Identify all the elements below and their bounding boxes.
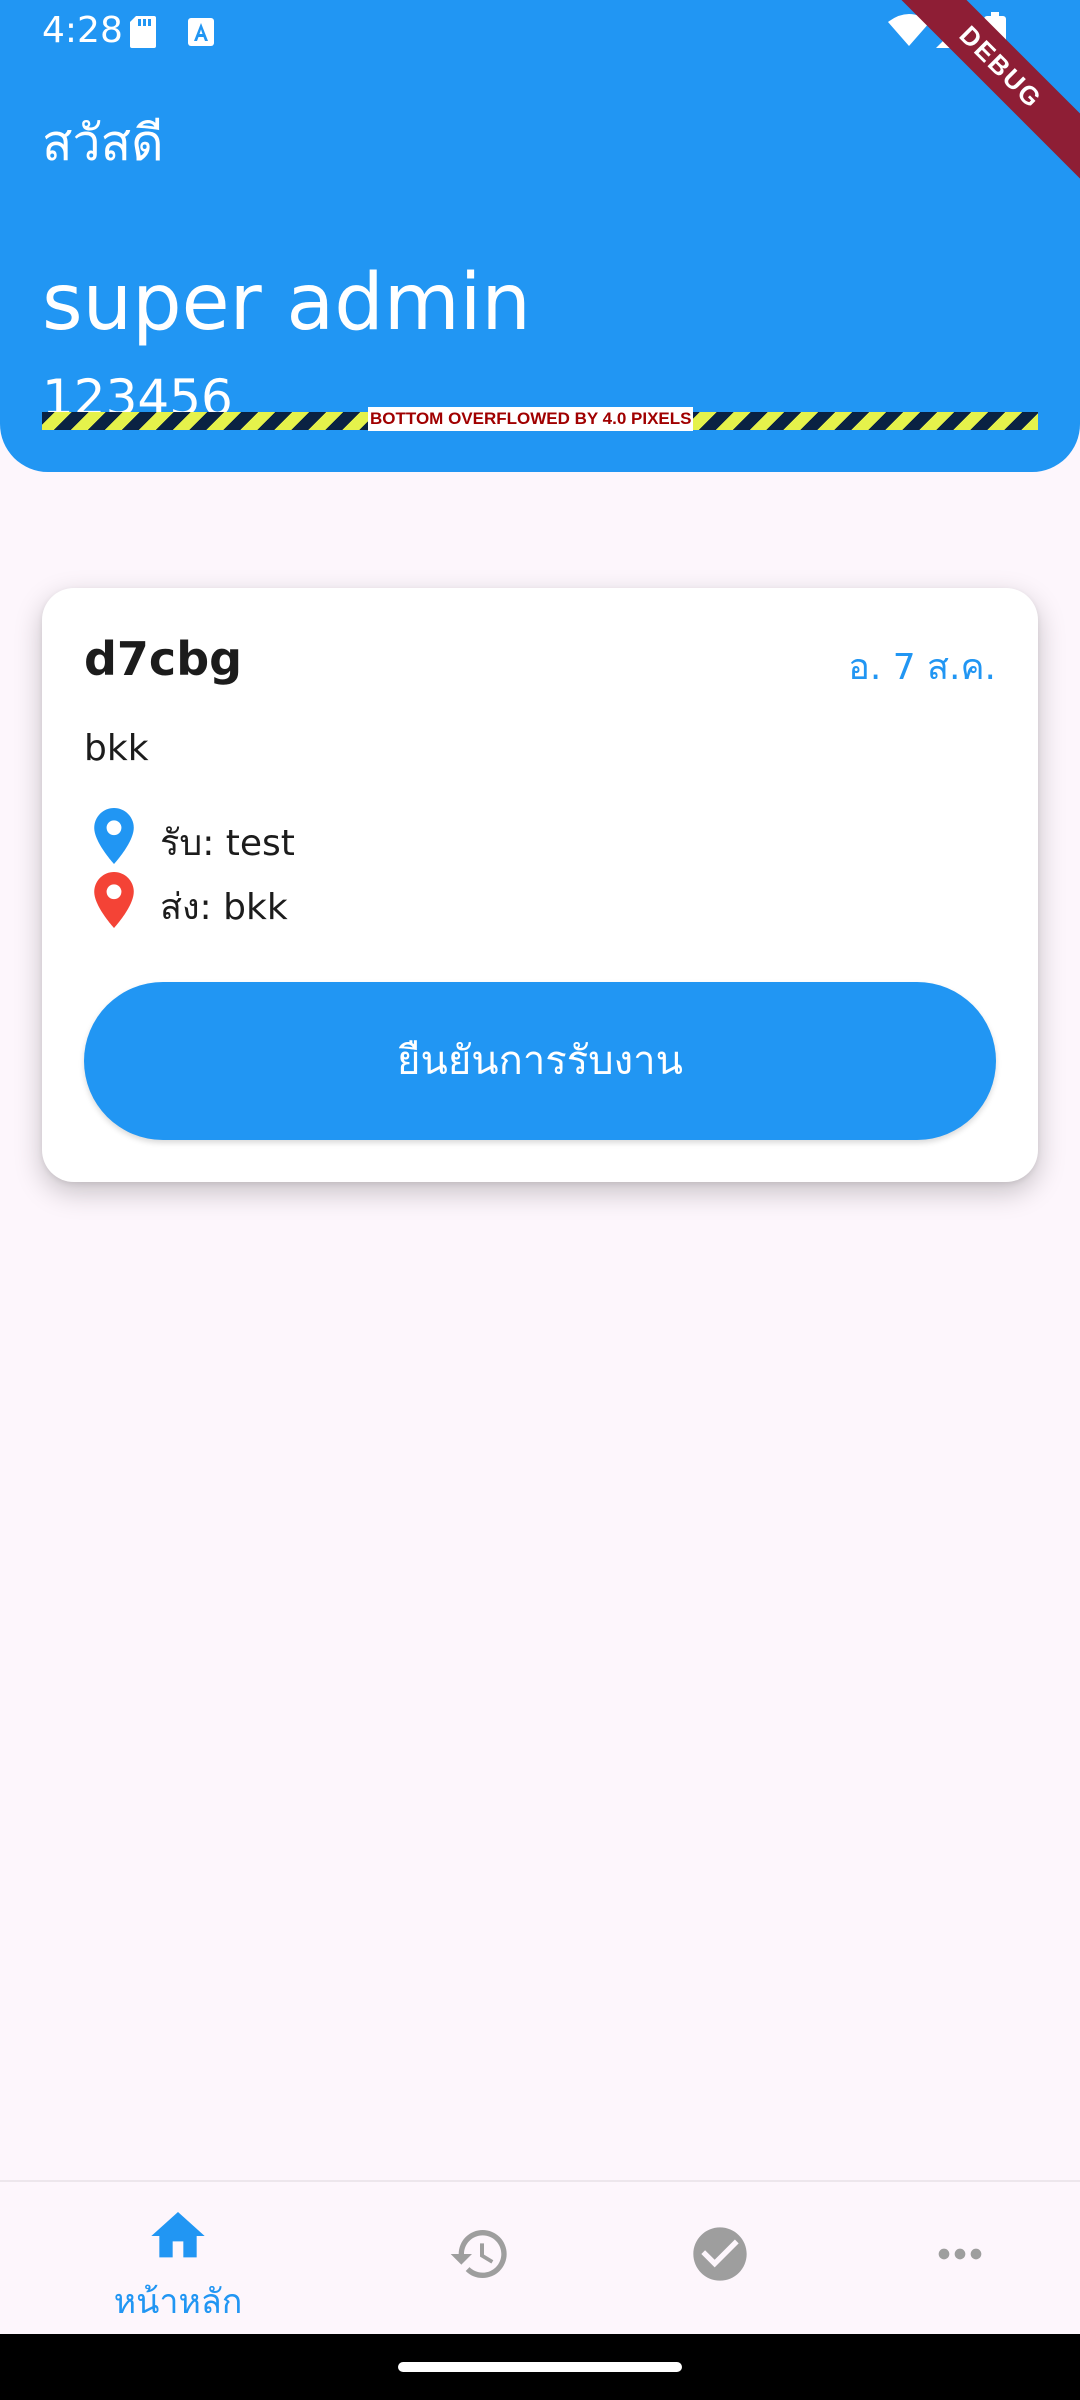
user-name: super admin bbox=[42, 258, 531, 348]
pickup-location: รับ: test bbox=[160, 823, 295, 864]
nav-label-home: หน้าหลัก bbox=[113, 2282, 243, 2322]
a-icon bbox=[188, 18, 214, 46]
nav-item-home[interactable]: หน้าหลัก bbox=[58, 2182, 298, 2336]
status-time: 4:28 bbox=[42, 10, 123, 51]
overflow-warning-text: BOTTOM OVERFLOWED BY 4.0 PIXELS bbox=[368, 407, 694, 431]
confirm-job-button[interactable]: ยืนยันการรับงาน bbox=[84, 982, 996, 1140]
header: 4:28 DEBUG สวัสดี super admin 123456 BOT… bbox=[0, 0, 1080, 472]
job-description: bkk bbox=[84, 728, 149, 769]
home-icon bbox=[151, 2212, 205, 2258]
system-gesture-bar bbox=[0, 2334, 1080, 2400]
history-icon bbox=[450, 2230, 507, 2278]
job-card[interactable]: d7cbg อ. 7 ส.ค. bkk รับ: test ส่ง: bkk ย… bbox=[42, 588, 1038, 1182]
more-horiz-icon bbox=[938, 2248, 982, 2260]
nav-item-more[interactable] bbox=[840, 2182, 1080, 2336]
pickup-pin-icon bbox=[94, 808, 134, 864]
nav-item-completed[interactable] bbox=[600, 2182, 840, 2336]
nav-item-history[interactable] bbox=[360, 2182, 600, 2336]
job-code: d7cbg bbox=[84, 632, 243, 686]
gesture-handle[interactable] bbox=[398, 2362, 682, 2372]
dropoff-pin-icon bbox=[94, 872, 134, 928]
greeting: สวัสดี bbox=[42, 114, 164, 172]
dropoff-location: ส่ง: bkk bbox=[160, 887, 288, 928]
job-date: อ. 7 ส.ค. bbox=[848, 647, 996, 688]
sd-card-icon bbox=[130, 16, 156, 48]
bottom-navigation: หน้าหลัก bbox=[0, 2180, 1080, 2336]
check-circle-icon bbox=[693, 2227, 747, 2281]
